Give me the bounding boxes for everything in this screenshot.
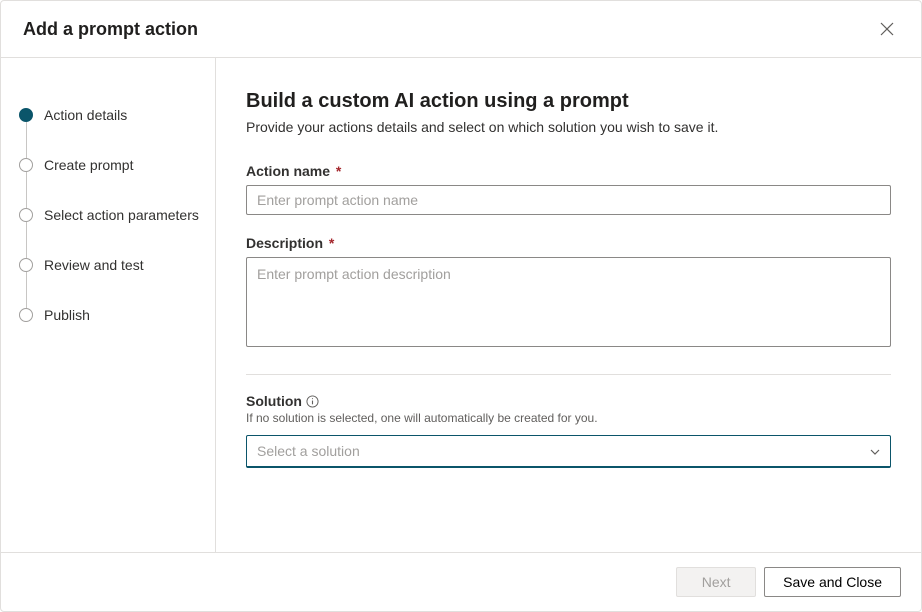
- step-create-prompt[interactable]: Create prompt: [19, 140, 215, 190]
- step-label: Review and test: [44, 257, 144, 273]
- step-connector: [26, 172, 27, 208]
- step-connector: [26, 222, 27, 258]
- dialog-footer: Next Save and Close: [1, 552, 921, 611]
- step-connector: [26, 272, 27, 308]
- required-marker: *: [336, 163, 341, 179]
- page-title: Build a custom AI action using a prompt: [246, 90, 891, 113]
- dialog-header: Add a prompt action: [1, 1, 921, 58]
- description-label: Description *: [246, 235, 891, 251]
- step-select-parameters[interactable]: Select action parameters: [19, 190, 215, 240]
- step-indicator-icon: [19, 208, 33, 222]
- action-name-field: Action name *: [246, 163, 891, 215]
- description-textarea[interactable]: [246, 257, 891, 347]
- solution-hint: If no solution is selected, one will aut…: [246, 411, 891, 425]
- step-label: Publish: [44, 307, 90, 323]
- step-publish[interactable]: Publish: [19, 290, 215, 340]
- next-button[interactable]: Next: [676, 567, 756, 597]
- dialog-body: Action details Create prompt Select acti…: [1, 58, 921, 552]
- step-action-details[interactable]: Action details: [19, 90, 215, 140]
- section-divider: [246, 374, 891, 375]
- step-label: Action details: [44, 107, 127, 123]
- solution-select-wrapper: Select a solution: [246, 435, 891, 468]
- wizard-steps: Action details Create prompt Select acti…: [19, 90, 215, 340]
- close-icon: [880, 22, 894, 36]
- solution-label: Solution: [246, 393, 302, 409]
- dialog: Add a prompt action Action details Creat…: [0, 0, 922, 612]
- required-marker: *: [329, 235, 334, 251]
- step-label: Create prompt: [44, 157, 133, 173]
- step-indicator-icon: [19, 108, 33, 122]
- description-field: Description *: [246, 235, 891, 350]
- dialog-title: Add a prompt action: [23, 19, 198, 40]
- step-review-test[interactable]: Review and test: [19, 240, 215, 290]
- step-indicator-icon: [19, 308, 33, 322]
- close-button[interactable]: [873, 15, 901, 43]
- info-icon[interactable]: [306, 395, 319, 408]
- step-connector: [26, 122, 27, 158]
- page-subtitle: Provide your actions details and select …: [246, 119, 891, 135]
- step-indicator-icon: [19, 258, 33, 272]
- action-name-label: Action name *: [246, 163, 891, 179]
- step-indicator-icon: [19, 158, 33, 172]
- solution-select[interactable]: Select a solution: [246, 435, 891, 468]
- action-name-input[interactable]: [246, 185, 891, 215]
- wizard-content: Build a custom AI action using a prompt …: [216, 58, 921, 552]
- save-and-close-button[interactable]: Save and Close: [764, 567, 901, 597]
- step-label: Select action parameters: [44, 207, 199, 223]
- wizard-sidebar: Action details Create prompt Select acti…: [1, 58, 216, 552]
- solution-label-row: Solution: [246, 393, 891, 409]
- solution-field: Solution If no solution is selected, one…: [246, 393, 891, 468]
